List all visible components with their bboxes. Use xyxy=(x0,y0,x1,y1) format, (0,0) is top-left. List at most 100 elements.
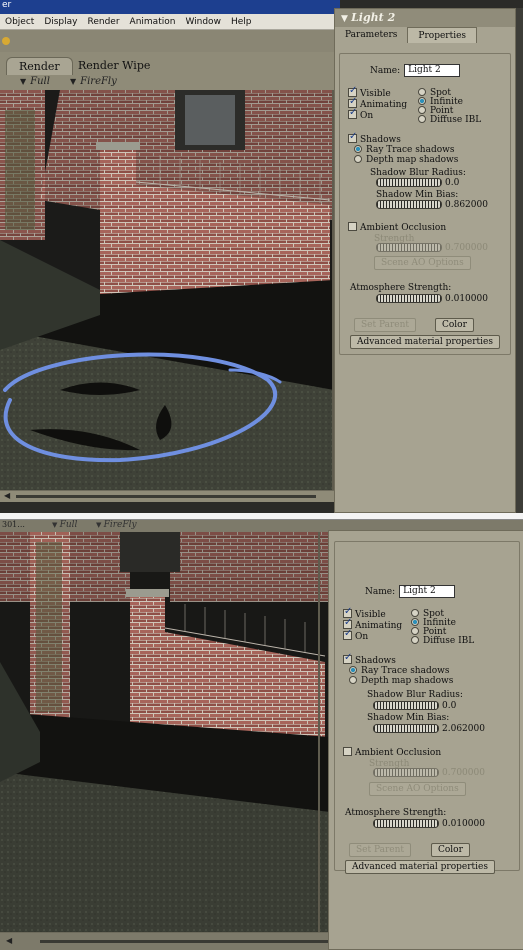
properties-box: Name:Light 2 Visible Animating On Spot I… xyxy=(334,541,520,874)
render-image xyxy=(0,90,334,490)
dial-icon[interactable] xyxy=(373,701,439,710)
shadows-checkbox[interactable]: Shadows xyxy=(343,652,396,666)
panel-tabs: Parameters Properties xyxy=(335,27,515,43)
render-size-label: Full xyxy=(59,520,78,530)
top-screenshot: er Object Display Render Animation Windo… xyxy=(0,0,523,513)
panel-title: Light 2 xyxy=(351,11,396,24)
blur-radius-label: Shadow Blur Radius: xyxy=(370,168,466,178)
window-title-bar: er xyxy=(0,0,340,14)
min-bias-dial[interactable]: 2.062000 xyxy=(373,724,485,734)
scroll-left-icon[interactable]: ◀ xyxy=(4,491,10,500)
diffuse-ibl-radio[interactable]: Diffuse IBL xyxy=(411,636,474,646)
atmosphere-label: Atmosphere Strength: xyxy=(350,283,452,293)
strength-value: 0.700000 xyxy=(445,243,488,253)
render-engine-option[interactable]: ▼ FireFly xyxy=(70,76,117,87)
menu-animation[interactable]: Animation xyxy=(125,17,181,27)
dial-icon xyxy=(373,768,439,777)
render-engine-label: FireFly xyxy=(103,520,137,530)
panel-header: ▼ Light 2 xyxy=(335,9,515,27)
properties-box: Name:Light 2 Visible Animating On Spot I… xyxy=(339,53,511,355)
advanced-material-button[interactable]: Advanced material properties xyxy=(345,860,495,874)
name-input[interactable]: Light 2 xyxy=(404,64,461,77)
shadows-checkbox[interactable]: Shadows xyxy=(348,131,401,145)
on-checkbox[interactable]: On xyxy=(343,628,368,642)
window-title: 301... xyxy=(2,520,25,529)
scene-ao-button: Scene AO Options xyxy=(369,782,466,796)
menu-display[interactable]: Display xyxy=(39,17,82,27)
atmosphere-dial[interactable]: 0.010000 xyxy=(373,819,485,829)
menu-object[interactable]: Object xyxy=(0,17,39,27)
advanced-material-button[interactable]: Advanced material properties xyxy=(350,335,500,349)
ray-trace-radio[interactable]: Ray Trace shadows xyxy=(354,145,454,155)
atmosphere-dial[interactable]: 0.010000 xyxy=(376,294,488,304)
render-size-label: Full xyxy=(30,76,50,87)
window-title: er xyxy=(2,0,12,10)
light-properties-panel: ▼ Light 2 Parameters Properties Name: Lig… xyxy=(334,8,516,513)
blur-radius-dial[interactable]: 0.0 xyxy=(376,178,459,188)
menu-render[interactable]: Render xyxy=(83,17,125,27)
scene-ao-button: Scene AO Options xyxy=(374,256,471,270)
tab-render[interactable]: Render xyxy=(6,57,73,75)
toolbar-strip xyxy=(0,30,340,52)
blur-radius-value[interactable]: 0.0 xyxy=(442,701,456,711)
render-size-option[interactable]: ▼ Full xyxy=(52,520,77,530)
light-properties-panel: Name:Light 2 Visible Animating On Spot I… xyxy=(328,530,523,950)
min-bias-value[interactable]: 0.862000 xyxy=(445,200,488,210)
toolbar-dot-icon[interactable] xyxy=(2,37,10,45)
min-bias-dial[interactable]: 0.862000 xyxy=(376,200,488,210)
dial-icon[interactable] xyxy=(373,819,439,828)
menu-help[interactable]: Help xyxy=(226,17,257,27)
set-parent-button: Set Parent xyxy=(354,318,417,332)
depth-map-radio[interactable]: Depth map shadows xyxy=(349,676,453,686)
dial-icon[interactable] xyxy=(376,294,442,303)
collapse-icon[interactable]: ▼ xyxy=(341,14,351,24)
strength-value: 0.700000 xyxy=(442,768,485,778)
render-engine-option[interactable]: ▼ FireFly xyxy=(96,520,137,530)
tab-properties[interactable]: Properties xyxy=(407,27,478,43)
name-row: Name: Light 2 xyxy=(370,64,461,77)
color-button[interactable]: Color xyxy=(431,843,470,857)
triangle-down-icon: ▼ xyxy=(52,521,60,529)
tab-render-wipe[interactable]: Render Wipe xyxy=(66,57,162,75)
min-bias-label: Shadow Min Bias: xyxy=(376,190,459,200)
blur-radius-dial[interactable]: 0.0 xyxy=(373,701,456,711)
ray-trace-radio[interactable]: Ray Trace shadows xyxy=(349,666,449,676)
dial-icon xyxy=(376,243,442,252)
atmosphere-value[interactable]: 0.010000 xyxy=(442,819,485,829)
name-input[interactable]: Light 2 xyxy=(399,585,456,598)
name-row: Name: Light 2 xyxy=(365,585,456,598)
render-viewport xyxy=(0,90,334,490)
render-size-option[interactable]: ▼ Full xyxy=(20,76,50,87)
atmosphere-label: Atmosphere Strength: xyxy=(345,808,447,818)
min-bias-value[interactable]: 2.062000 xyxy=(442,724,485,734)
diffuse-ibl-radio[interactable]: Diffuse IBL xyxy=(418,115,481,125)
strength-dial: 0.700000 xyxy=(373,768,485,778)
render-viewport xyxy=(0,532,330,944)
dial-icon[interactable] xyxy=(373,724,439,733)
render-image xyxy=(0,532,330,932)
ambient-occlusion-checkbox[interactable]: Ambient Occlusion xyxy=(348,222,446,233)
triangle-down-icon: ▼ xyxy=(20,77,27,86)
triangle-down-icon: ▼ xyxy=(70,77,77,86)
name-label: Name: xyxy=(365,587,396,597)
dial-icon[interactable] xyxy=(376,178,442,187)
blur-radius-value[interactable]: 0.0 xyxy=(445,178,459,188)
screenshot-divider xyxy=(0,513,523,520)
scroll-left-icon[interactable]: ◀ xyxy=(6,936,12,945)
strength-dial: 0.700000 xyxy=(376,243,488,253)
right-edge-strip xyxy=(516,8,523,513)
depth-map-radio[interactable]: Depth map shadows xyxy=(354,155,458,165)
tab-parameters[interactable]: Parameters xyxy=(335,27,407,43)
triangle-down-icon: ▼ xyxy=(96,521,104,529)
viewport-scrollbar[interactable]: ◀ xyxy=(0,490,334,502)
render-tab-bar: Render Render Wipe ▼ Full ▼ FireFly xyxy=(0,52,340,90)
color-button[interactable]: Color xyxy=(435,318,474,332)
set-parent-button: Set Parent xyxy=(349,843,412,857)
dial-icon[interactable] xyxy=(376,200,442,209)
ambient-occlusion-checkbox[interactable]: Ambient Occlusion xyxy=(343,747,441,758)
atmosphere-value[interactable]: 0.010000 xyxy=(445,294,488,304)
menu-window[interactable]: Window xyxy=(180,17,226,27)
min-bias-label: Shadow Min Bias: xyxy=(367,713,450,723)
blur-radius-label: Shadow Blur Radius: xyxy=(367,690,463,700)
on-checkbox[interactable]: On xyxy=(348,107,373,121)
